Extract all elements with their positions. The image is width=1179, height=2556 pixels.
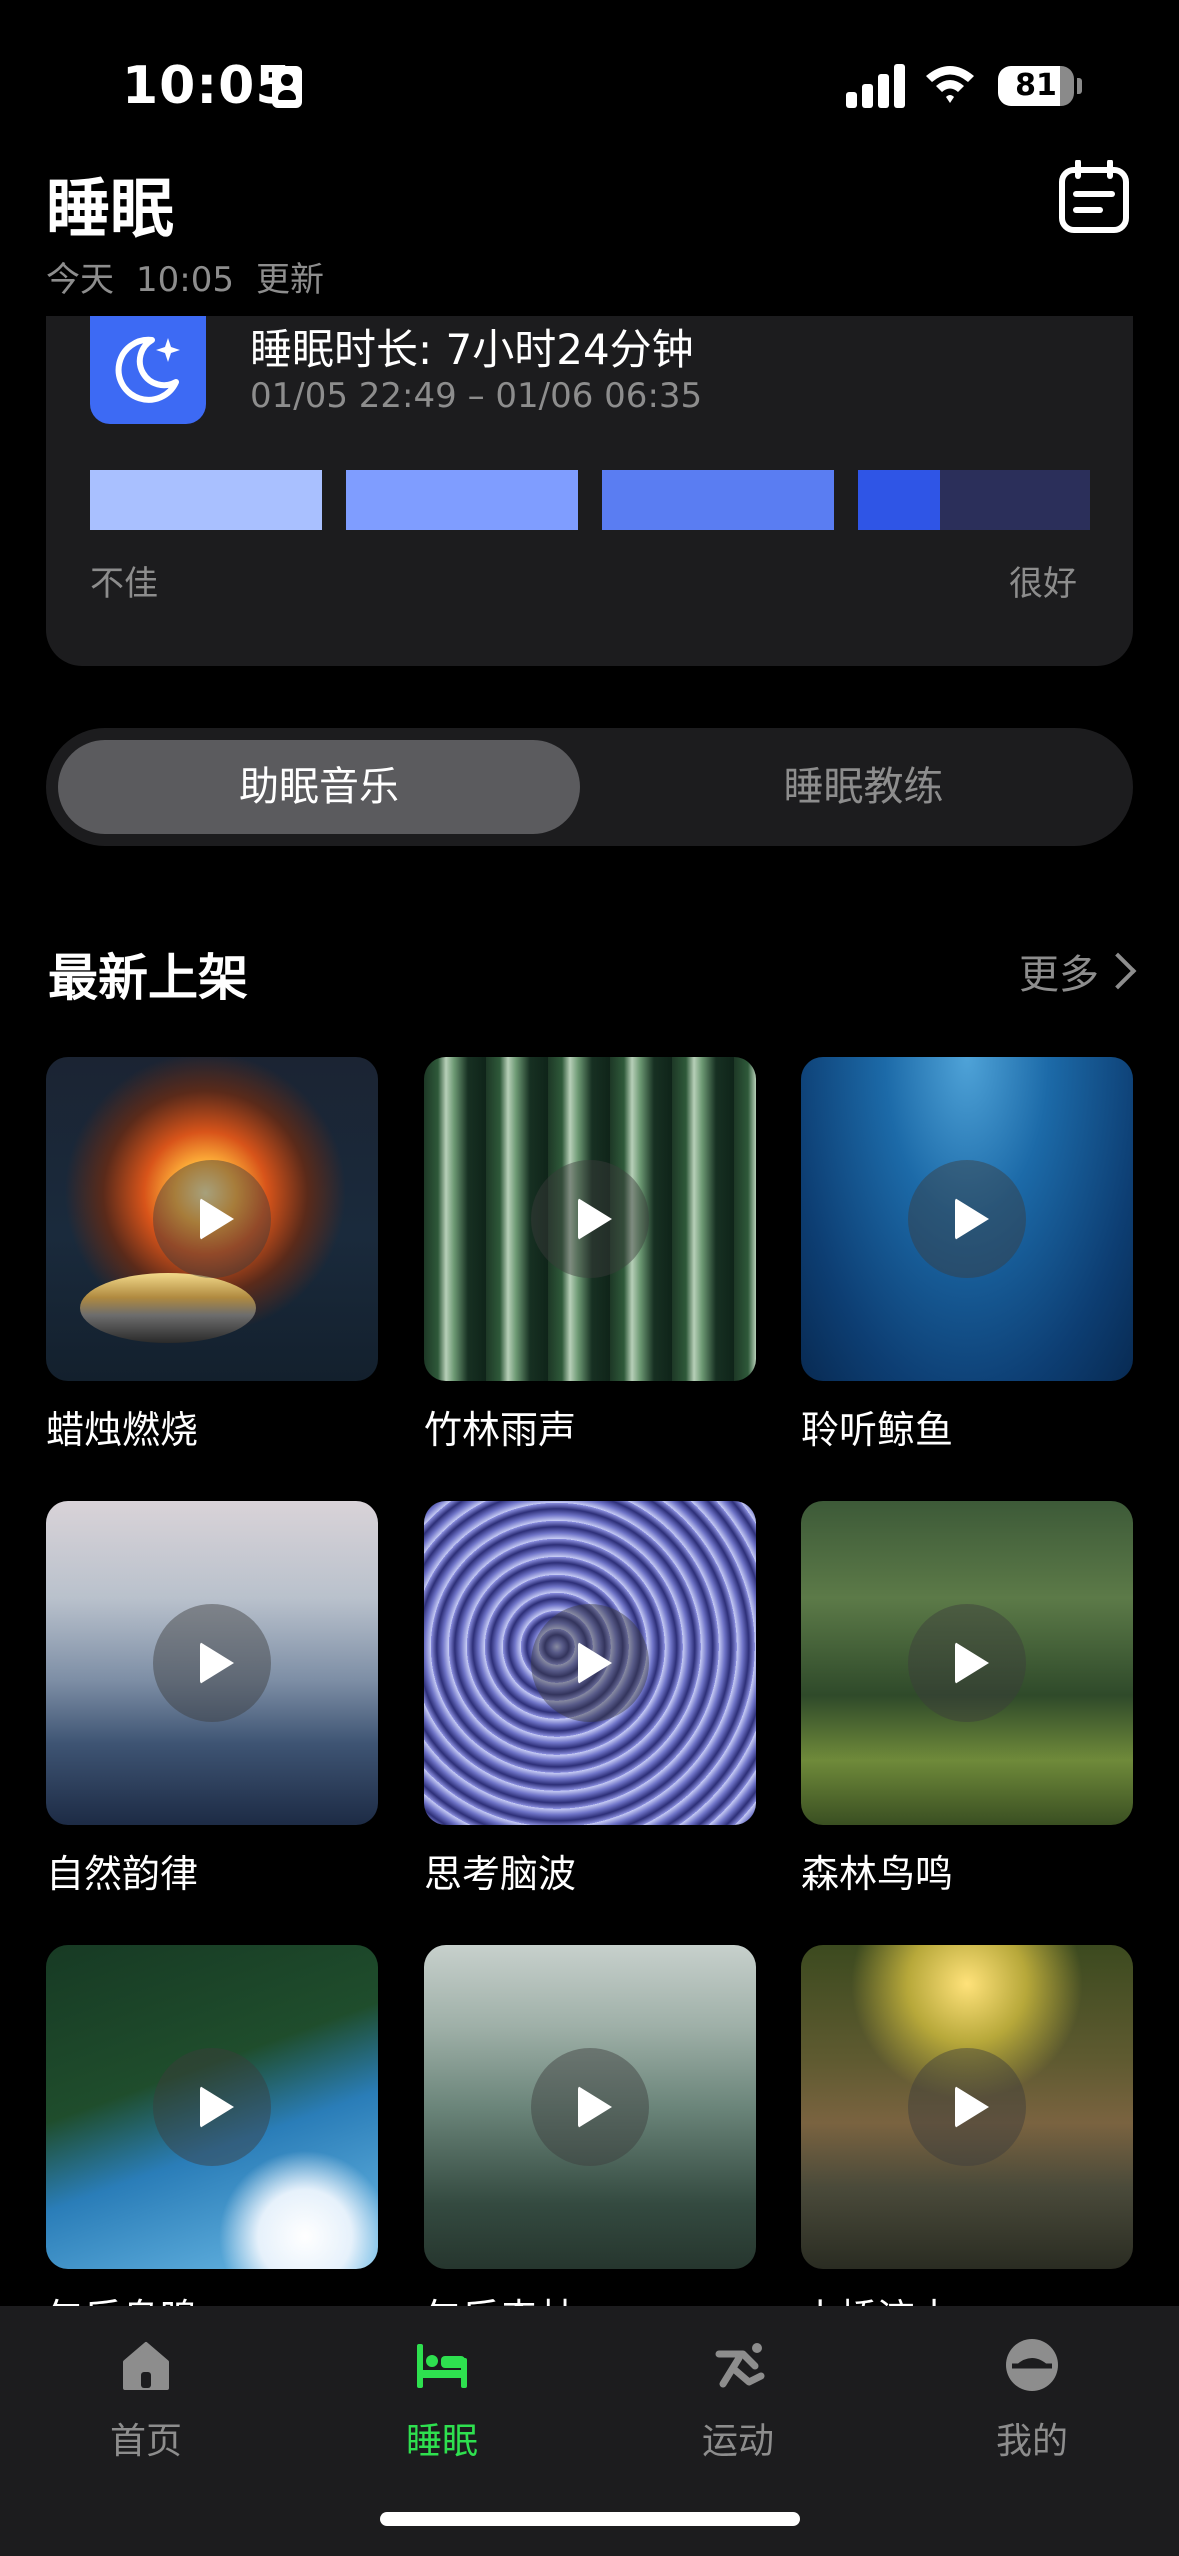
sleep-screen: 10:05 81 睡眠 今天 10:05 更新 睡眠时长: 7小时24分钟 01… [0, 0, 1179, 2556]
nav-profile[interactable]: 我的 [922, 2336, 1142, 2464]
update-info: 今天 10:05 更新 [46, 252, 346, 301]
play-icon[interactable] [153, 1604, 271, 1722]
music-tile-brainwave[interactable]: 思考脑波 [424, 1501, 756, 1898]
play-icon[interactable] [153, 1160, 271, 1278]
forest-thumbnail [801, 1501, 1133, 1825]
quality-segment [602, 470, 834, 530]
home-icon [123, 2342, 169, 2390]
tile-label: 竹林雨声 [424, 1408, 577, 1452]
running-icon [715, 2343, 765, 2388]
battery-nub [1077, 78, 1082, 94]
music-tile-afternoon-forest[interactable]: 午后森林 [424, 1945, 756, 2342]
quality-segment-remaining [940, 470, 1090, 530]
nav-label: 睡眠 [405, 2421, 478, 2462]
update-day: 今天 [46, 260, 114, 300]
chevron-right-icon [1099, 952, 1137, 990]
moon-icon [90, 316, 206, 424]
tab-sleep-coach[interactable]: 睡眠教练 [606, 740, 1121, 834]
quality-segment-filled [858, 470, 940, 530]
music-tile-candle[interactable]: 蜡烛燃烧 [46, 1057, 378, 1454]
play-icon[interactable] [531, 1160, 649, 1278]
sleep-time-range: 01/05 22:49 – 01/06 06:35 [250, 376, 703, 416]
quality-scale-high: 很好 [1009, 564, 1077, 604]
wifi-icon [926, 66, 974, 103]
nav-label: 我的 [995, 2421, 1068, 2462]
update-time: 10:05 [136, 260, 234, 300]
nav-label: 运动 [701, 2421, 774, 2462]
play-icon[interactable] [908, 2048, 1026, 2166]
nav-exercise[interactable]: 运动 [628, 2336, 848, 2464]
play-icon[interactable] [153, 2048, 271, 2166]
candle-thumbnail [46, 1057, 378, 1381]
page-title: 睡眠 [46, 173, 174, 247]
signal-icon [846, 64, 906, 108]
music-coach-tabs: 助眠音乐 睡眠教练 [46, 728, 1133, 846]
music-tile-rhythm[interactable]: 自然韵律 [46, 1501, 378, 1898]
profile-icon [1006, 2339, 1058, 2391]
tile-label: 蜡烛燃烧 [46, 1408, 199, 1452]
water-thumbnail [46, 1501, 378, 1825]
tile-label: 自然韵律 [46, 1852, 199, 1896]
nav-label: 首页 [109, 2421, 182, 2462]
bridge-thumbnail [801, 1945, 1133, 2269]
tile-label: 聆听鲸鱼 [801, 1408, 954, 1452]
more-label: 更多 [1019, 952, 1099, 998]
id-card-icon [272, 66, 302, 108]
misty-forest-thumbnail [424, 1945, 756, 2269]
music-tile-forest-birds[interactable]: 森林鸟鸣 [801, 1501, 1133, 1898]
play-icon[interactable] [908, 1160, 1026, 1278]
status-time: 10:05 [122, 56, 293, 116]
bed-icon [417, 2344, 467, 2388]
music-tile-bamboo[interactable]: 竹林雨声 [424, 1057, 756, 1454]
more-link[interactable]: 更多 [1019, 942, 1137, 1000]
home-indicator[interactable] [380, 2512, 800, 2526]
quality-segment [90, 470, 322, 530]
sleep-summary-card[interactable]: 睡眠时长: 7小时24分钟 01/05 22:49 – 01/06 06:35 … [46, 316, 1133, 666]
sleep-duration: 睡眠时长: 7小时24分钟 [250, 325, 694, 374]
nav-home[interactable]: 首页 [36, 2336, 256, 2464]
battery-icon: 81 [998, 66, 1074, 106]
update-label: 更新 [255, 260, 324, 300]
bamboo-thumbnail [424, 1057, 756, 1381]
play-icon[interactable] [531, 1604, 649, 1722]
play-icon[interactable] [531, 2048, 649, 2166]
swirl-thumbnail [424, 1501, 756, 1825]
section-title: 最新上架 [48, 949, 248, 1007]
tile-label: 森林鸟鸣 [801, 1852, 954, 1896]
battery-percent: 81 [1015, 68, 1057, 103]
music-tile-whale[interactable]: 聆听鲸鱼 [801, 1057, 1133, 1454]
music-tile-afternoon-birds[interactable]: 午后鸟鸣 [46, 1945, 378, 2342]
music-tile-bridge-stream[interactable]: 小桥流水 [801, 1945, 1133, 2342]
ocean-thumbnail [801, 1057, 1133, 1381]
calendar-icon[interactable] [1058, 160, 1130, 234]
play-icon[interactable] [908, 1604, 1026, 1722]
tree-thumbnail [46, 1945, 378, 2269]
quality-segment [346, 470, 578, 530]
tab-sleep-music[interactable]: 助眠音乐 [58, 740, 580, 834]
quality-scale-low: 不佳 [90, 564, 158, 604]
tile-label: 思考脑波 [424, 1852, 577, 1896]
nav-sleep[interactable]: 睡眠 [332, 2336, 552, 2464]
